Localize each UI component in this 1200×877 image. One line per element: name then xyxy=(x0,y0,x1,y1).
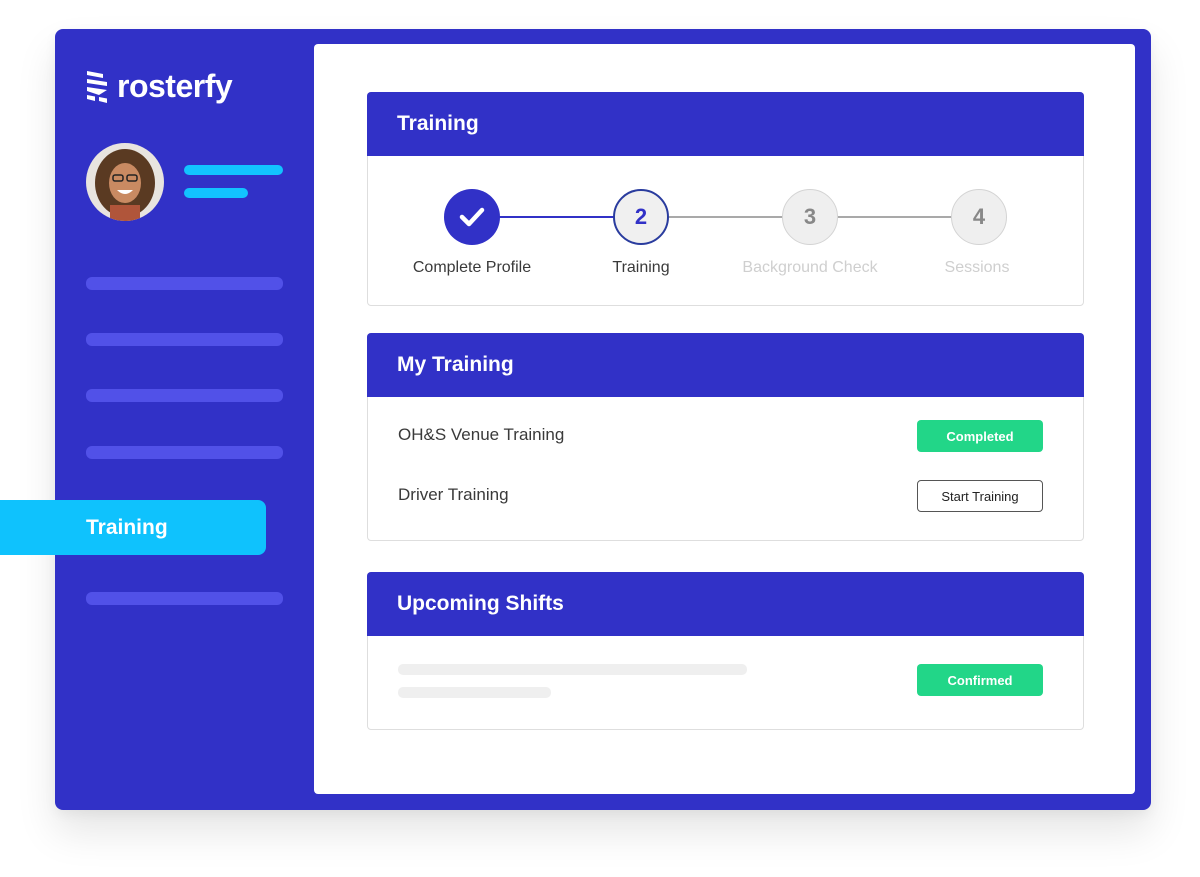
step-2-current[interactable]: 2 xyxy=(613,189,669,245)
my-training-card: My Training OH&S Venue Training Complete… xyxy=(367,333,1084,541)
training-item-name: OH&S Venue Training xyxy=(398,425,565,444)
step-4-label: Sessions xyxy=(944,259,1010,276)
sidebar-item-4[interactable] xyxy=(86,446,283,459)
logo-text: rosterfy xyxy=(117,68,233,104)
rosterfy-logo[interactable]: rosterfy xyxy=(85,68,233,105)
card-title: Upcoming Shifts xyxy=(367,572,1084,636)
step-1-label: Complete Profile xyxy=(412,259,532,276)
sidebar-item-training[interactable]: Training xyxy=(0,500,266,555)
profile-role-placeholder xyxy=(184,188,248,198)
checkmark-icon xyxy=(459,207,485,227)
sidebar-item-1[interactable] xyxy=(86,277,283,290)
user-photo-icon xyxy=(86,143,164,221)
step-3-label: Background Check xyxy=(742,259,878,276)
training-progress-card: Training 2 3 4 Complete Profile Training… xyxy=(367,92,1084,306)
completed-badge: Completed xyxy=(917,420,1043,452)
logo-mark-icon xyxy=(87,70,107,103)
step-4[interactable]: 4 xyxy=(951,189,1007,245)
step-2-label: Training xyxy=(612,259,670,276)
training-item-name: Driver Training xyxy=(398,485,509,504)
stepper: 2 3 4 Complete Profile Training Backgrou… xyxy=(368,156,1083,305)
sidebar-item-2[interactable] xyxy=(86,333,283,346)
start-training-button[interactable]: Start Training xyxy=(917,480,1043,512)
sidebar-item-label: Training xyxy=(86,515,168,539)
avatar[interactable] xyxy=(86,143,164,221)
step-connector xyxy=(838,216,952,218)
step-1-complete[interactable] xyxy=(444,189,500,245)
step-3[interactable]: 3 xyxy=(782,189,838,245)
upcoming-shifts-card: Upcoming Shifts Confirmed xyxy=(367,572,1084,730)
confirmed-badge: Confirmed xyxy=(917,664,1043,696)
step-connector-done xyxy=(499,216,614,218)
card-title: Training xyxy=(367,92,1084,156)
shift-title-placeholder xyxy=(398,664,747,675)
sidebar-item-6[interactable] xyxy=(86,592,283,605)
card-title: My Training xyxy=(367,333,1084,397)
step-connector xyxy=(669,216,783,218)
profile-name-placeholder xyxy=(184,165,283,175)
sidebar-item-3[interactable] xyxy=(86,389,283,402)
shift-date-placeholder xyxy=(398,687,551,698)
